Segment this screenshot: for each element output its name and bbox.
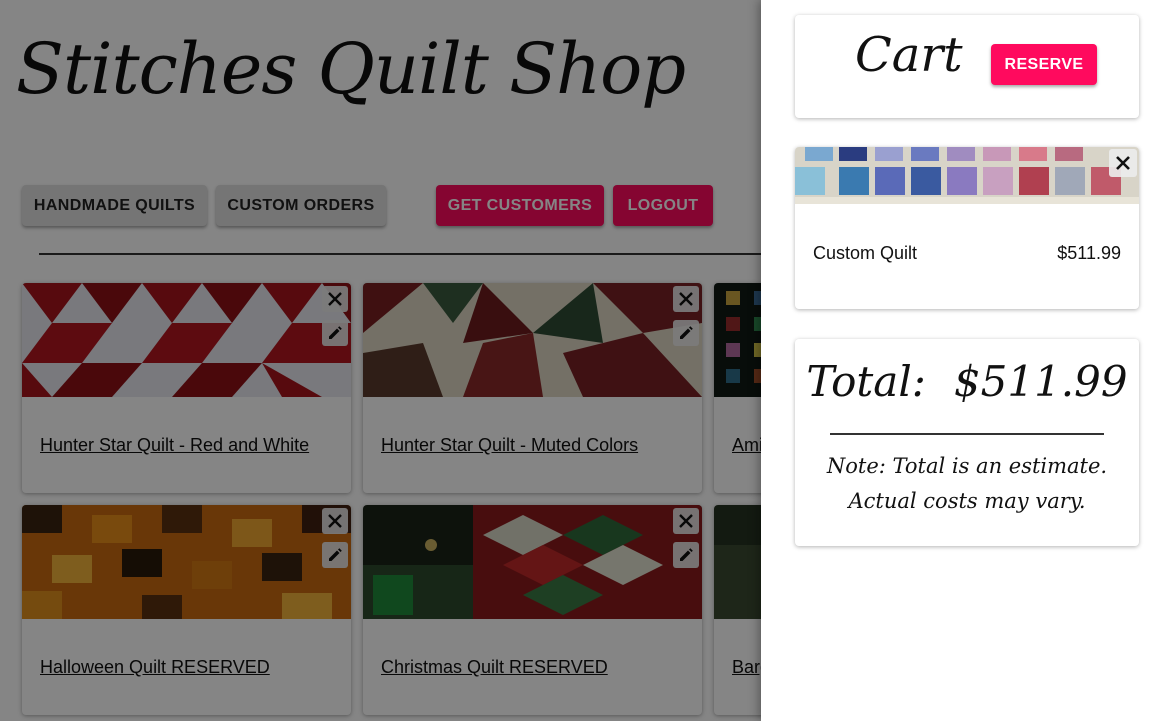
total-divider [830,433,1104,435]
cart-title: Cart [855,27,963,83]
cart-item-name: Custom Quilt [813,243,918,263]
estimate-note: Note: Total is an estimate. Actual costs… [826,454,1108,513]
cart-header-card: Cart RESERVE [795,15,1139,118]
total-value: $511.99 [953,357,1128,406]
cart-item-card: Custom Quilt $511.99 [795,147,1139,309]
cart-item-image [795,147,1139,204]
drawer-backdrop[interactable] [0,0,761,721]
remove-item-button[interactable] [1109,149,1137,177]
close-icon [1116,156,1130,170]
cart-total-card: Total: $511.99 Note: Total is an estimate… [795,339,1139,546]
reserve-button[interactable]: RESERVE [991,44,1097,85]
total-line: Total: $511.99 [795,357,1139,406]
cart-drawer: Cart RESERVE Custom Quilt $511.99 Total:… [761,0,1150,721]
cart-item-price: $511.99 [1057,243,1121,263]
total-label: Total: [806,357,926,406]
